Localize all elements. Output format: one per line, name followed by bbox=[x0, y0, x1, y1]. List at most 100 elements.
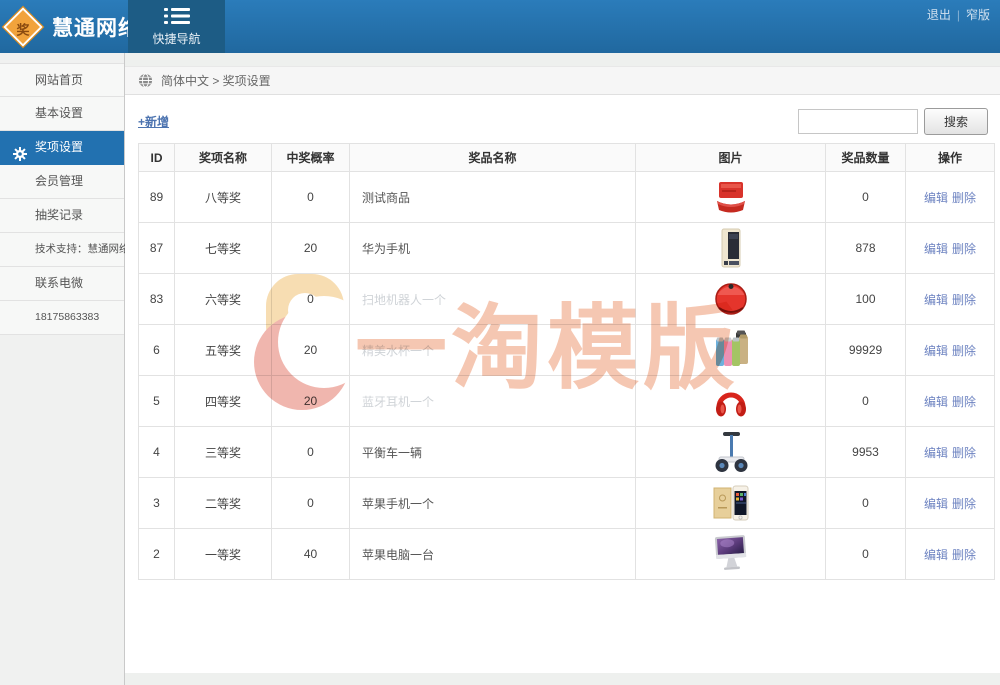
toolbar: +新增 搜索 bbox=[125, 95, 1000, 143]
header-links: 退出 | 窄版 bbox=[927, 6, 990, 23]
product-image bbox=[711, 277, 751, 321]
col-quantity: 奖品数量 bbox=[826, 144, 906, 172]
cell-image bbox=[636, 376, 826, 427]
cell-prize-name: 八等奖 bbox=[175, 172, 272, 223]
cell-image bbox=[636, 223, 826, 274]
sidebar-item[interactable]: 基本设置 bbox=[0, 97, 124, 131]
cell-actions: 编辑删除 bbox=[906, 325, 995, 376]
cell-prize-name: 五等奖 bbox=[175, 325, 272, 376]
cell-product-name: 华为手机 bbox=[350, 223, 636, 274]
delete-link[interactable]: 删除 bbox=[952, 395, 976, 409]
edit-link[interactable]: 编辑 bbox=[924, 497, 948, 511]
table-row: 6 五等奖 20 精美水杯一个 99929 编辑删除 bbox=[139, 325, 995, 376]
edit-link[interactable]: 编辑 bbox=[924, 191, 948, 205]
cell-image bbox=[636, 427, 826, 478]
edit-link[interactable]: 编辑 bbox=[924, 344, 948, 358]
logo-char: 奖 bbox=[8, 13, 38, 43]
sidebar-item[interactable]: 技术支持：慧通网络 bbox=[0, 233, 124, 267]
cell-probability: 0 bbox=[272, 172, 350, 223]
cell-quantity: 0 bbox=[826, 478, 906, 529]
header: 奖 慧通网络 快捷导航 退出 | 窄版 bbox=[0, 0, 1000, 53]
search-input[interactable] bbox=[798, 109, 918, 134]
edit-link[interactable]: 编辑 bbox=[924, 548, 948, 562]
delete-link[interactable]: 删除 bbox=[952, 548, 976, 562]
quick-nav-button[interactable]: 快捷导航 bbox=[128, 0, 225, 53]
delete-link[interactable]: 删除 bbox=[952, 497, 976, 511]
sidebar-item-label: 会员管理 bbox=[35, 174, 83, 188]
quick-nav-label: 快捷导航 bbox=[152, 30, 200, 47]
table-row: 2 一等奖 40 苹果电脑一台 0 编辑删除 bbox=[139, 529, 995, 580]
search-button[interactable]: 搜索 bbox=[924, 108, 988, 135]
cell-probability: 0 bbox=[272, 478, 350, 529]
narrow-view-link[interactable]: 窄版 bbox=[966, 6, 990, 23]
product-image bbox=[711, 175, 751, 219]
table-row: 3 二等奖 0 苹果手机一个 0 编辑删除 bbox=[139, 478, 995, 529]
edit-link[interactable]: 编辑 bbox=[924, 395, 948, 409]
main-content: 简体中文 > 奖项设置 +新增 搜索 ID 奖项名称 中奖概率 奖品名称 图片 bbox=[125, 66, 1000, 673]
sidebar: 网站首页 基本设置 bbox=[0, 53, 125, 685]
cell-image bbox=[636, 172, 826, 223]
sidebar-item[interactable]: 联系电微 bbox=[0, 267, 124, 301]
edit-link[interactable]: 编辑 bbox=[924, 446, 948, 460]
cell-id: 2 bbox=[139, 529, 175, 580]
sidebar-item[interactable]: 会员管理 bbox=[0, 165, 124, 199]
product-image bbox=[711, 430, 751, 474]
edit-link[interactable]: 编辑 bbox=[924, 293, 948, 307]
edit-link[interactable]: 编辑 bbox=[924, 242, 948, 256]
cell-product-name: 扫地机器人一个 bbox=[350, 274, 636, 325]
logout-link[interactable]: 退出 bbox=[927, 6, 951, 23]
cell-prize-name: 四等奖 bbox=[175, 376, 272, 427]
sidebar-item[interactable]: 18175863383 bbox=[0, 301, 124, 335]
cell-probability: 20 bbox=[272, 223, 350, 274]
cell-product-name: 蓝牙耳机一个 bbox=[350, 376, 636, 427]
sidebar-item[interactable]: 抽奖记录 bbox=[0, 199, 124, 233]
product-image bbox=[711, 226, 751, 270]
delete-link[interactable]: 删除 bbox=[952, 344, 976, 358]
list-icon bbox=[164, 7, 190, 25]
delete-link[interactable]: 删除 bbox=[952, 242, 976, 256]
cell-id: 5 bbox=[139, 376, 175, 427]
cell-quantity: 100 bbox=[826, 274, 906, 325]
cell-image bbox=[636, 325, 826, 376]
cell-id: 4 bbox=[139, 427, 175, 478]
cell-quantity: 0 bbox=[826, 376, 906, 427]
cell-actions: 编辑删除 bbox=[906, 274, 995, 325]
breadcrumb: 简体中文 > 奖项设置 bbox=[161, 72, 271, 89]
table-row: 89 八等奖 0 测试商品 0 编辑删除 bbox=[139, 172, 995, 223]
cell-probability: 40 bbox=[272, 529, 350, 580]
cell-actions: 编辑删除 bbox=[906, 529, 995, 580]
cell-prize-name: 一等奖 bbox=[175, 529, 272, 580]
cell-id: 89 bbox=[139, 172, 175, 223]
cell-id: 3 bbox=[139, 478, 175, 529]
add-new-link[interactable]: +新增 bbox=[138, 113, 169, 130]
col-image: 图片 bbox=[636, 144, 826, 172]
sidebar-item[interactable]: 网站首页 bbox=[0, 63, 124, 97]
table-row: 5 四等奖 20 蓝牙耳机一个 0 编辑删除 bbox=[139, 376, 995, 427]
delete-link[interactable]: 删除 bbox=[952, 446, 976, 460]
delete-link[interactable]: 删除 bbox=[952, 293, 976, 307]
brand-name: 慧通网络 bbox=[52, 12, 140, 42]
product-image bbox=[711, 532, 751, 576]
table-row: 4 三等奖 0 平衡车一辆 9953 编辑删除 bbox=[139, 427, 995, 478]
cell-actions: 编辑删除 bbox=[906, 172, 995, 223]
table-row: 83 六等奖 0 扫地机器人一个 100 编辑删除 bbox=[139, 274, 995, 325]
sidebar-item-label: 联系电微 bbox=[35, 276, 83, 290]
sidebar-item[interactable]: 奖项设置 bbox=[0, 131, 124, 165]
gear-icon bbox=[13, 141, 27, 155]
brand-logo: 奖 慧通网络 bbox=[8, 0, 140, 53]
cell-product-name: 精美水杯一个 bbox=[350, 325, 636, 376]
product-image bbox=[711, 481, 751, 525]
cell-actions: 编辑删除 bbox=[906, 376, 995, 427]
cell-probability: 20 bbox=[272, 325, 350, 376]
cell-product-name: 平衡车一辆 bbox=[350, 427, 636, 478]
table-header-row: ID 奖项名称 中奖概率 奖品名称 图片 奖品数量 操作 bbox=[139, 144, 995, 172]
cell-product-name: 测试商品 bbox=[350, 172, 636, 223]
sidebar-item-label: 基本设置 bbox=[35, 106, 83, 120]
sidebar-item-label: 18175863383 bbox=[35, 311, 99, 323]
col-id: ID bbox=[139, 144, 175, 172]
sidebar-item-label: 网站首页 bbox=[35, 73, 83, 87]
product-image bbox=[711, 328, 751, 372]
delete-link[interactable]: 删除 bbox=[952, 191, 976, 205]
page: 奖 慧通网络 快捷导航 退出 | 窄版 bbox=[0, 0, 1000, 685]
prize-diamond-icon: 奖 bbox=[2, 5, 44, 47]
